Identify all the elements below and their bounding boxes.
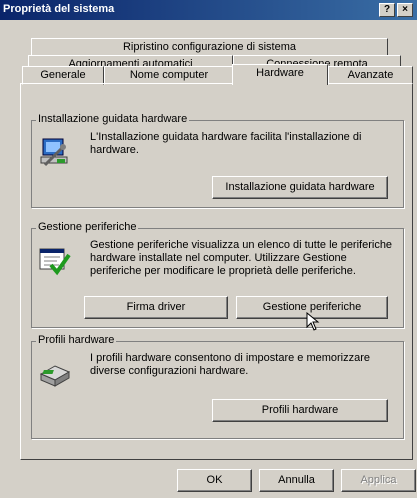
help-button[interactable]: ? bbox=[379, 3, 395, 17]
wizard-legend: Installazione guidata hardware bbox=[36, 113, 190, 125]
profiles-legend: Profili hardware bbox=[36, 334, 117, 346]
devices-group: Gestione periferiche Gestione periferich… bbox=[31, 221, 404, 328]
mouse-cursor-icon bbox=[306, 311, 322, 332]
wizard-description: L'Installazione guidata hardware facilit… bbox=[90, 131, 362, 156]
window-title: Proprietà del sistema bbox=[3, 3, 115, 15]
hardware-profiles-icon bbox=[37, 356, 71, 390]
devices-legend: Gestione periferiche bbox=[36, 221, 139, 233]
profiles-description: I profili hardware consentono di imposta… bbox=[90, 352, 371, 377]
ok-button[interactable]: OK bbox=[177, 469, 252, 492]
tab-hardware[interactable]: Hardware bbox=[232, 64, 328, 85]
hardware-wizard-icon bbox=[37, 135, 71, 169]
apply-button[interactable]: Applica bbox=[341, 469, 416, 492]
close-button[interactable]: × bbox=[397, 3, 413, 17]
devices-description: Gestione periferiche visualizza un elenc… bbox=[90, 239, 393, 277]
title-bar: Proprietà del sistema ? × bbox=[0, 0, 417, 20]
profiles-group: Profili hardware I profili hardware cons… bbox=[31, 334, 404, 439]
hardware-wizard-button[interactable]: Installazione guidata hardware bbox=[212, 176, 388, 199]
wizard-group: Installazione guidata hardware L'Install… bbox=[31, 113, 404, 208]
hardware-profiles-button[interactable]: Profili hardware bbox=[212, 399, 388, 422]
device-manager-icon bbox=[37, 243, 71, 277]
driver-signing-button[interactable]: Firma driver bbox=[84, 296, 228, 319]
cancel-button[interactable]: Annulla bbox=[259, 469, 334, 492]
